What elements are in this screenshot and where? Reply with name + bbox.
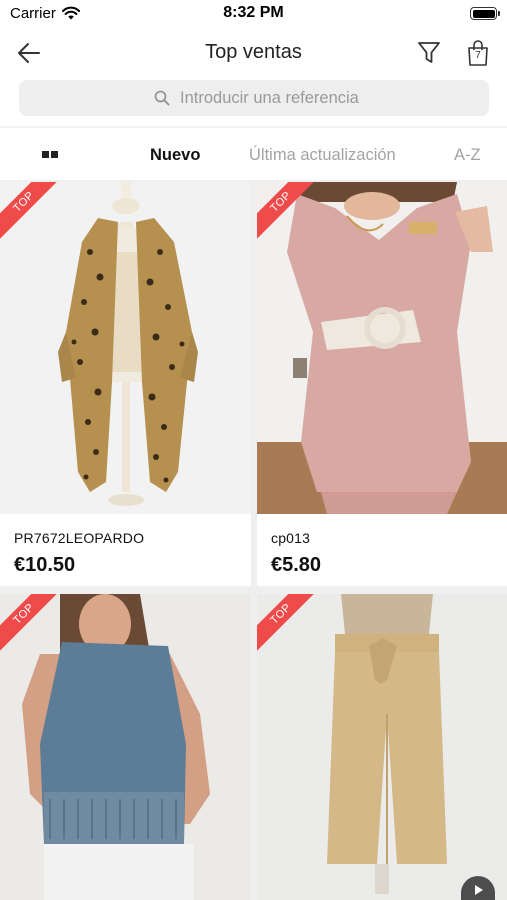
search-placeholder: Introducir una referencia xyxy=(180,89,359,107)
sort-tab-az[interactable]: A-Z xyxy=(454,146,481,165)
product-price: €5.80 xyxy=(271,554,322,576)
sort-bar: Nuevo Última actualización A-Z xyxy=(0,128,507,180)
product-card[interactable]: TOP xyxy=(0,594,251,900)
product-reference: cp013 xyxy=(271,530,311,546)
grid-square-icon xyxy=(51,151,58,158)
product-price: €10.50 xyxy=(14,554,76,576)
product-image[interactable] xyxy=(257,182,507,514)
product-card[interactable]: TOP PR7672LEOPARDO €10.50 xyxy=(0,182,251,586)
cart-button[interactable]: 7 xyxy=(466,39,490,67)
cart-count-badge: 7 xyxy=(475,50,481,61)
battery-icon xyxy=(470,7,500,20)
product-image[interactable] xyxy=(257,594,507,900)
nav-bar: Top ventas 7 xyxy=(0,28,507,76)
status-bar: Carrier 8:32 PM xyxy=(0,0,507,28)
sort-tab-last-updated[interactable]: Última actualización xyxy=(249,146,396,165)
search-input[interactable]: Introducir una referencia xyxy=(19,80,489,116)
clock: 8:32 PM xyxy=(223,4,284,21)
grid-view-toggle[interactable] xyxy=(42,151,59,158)
search-section: Introducir una referencia xyxy=(0,76,507,126)
filter-icon[interactable] xyxy=(417,40,441,66)
product-card[interactable]: TOP cp013 €5.80 xyxy=(257,182,507,586)
product-image[interactable] xyxy=(0,182,251,514)
product-card[interactable]: TOP xyxy=(257,594,507,900)
search-icon xyxy=(154,90,170,106)
sort-tab-new[interactable]: Nuevo xyxy=(150,146,200,165)
product-reference: PR7672LEOPARDO xyxy=(14,530,145,546)
grid-square-icon xyxy=(42,151,49,158)
product-image[interactable] xyxy=(0,594,251,900)
